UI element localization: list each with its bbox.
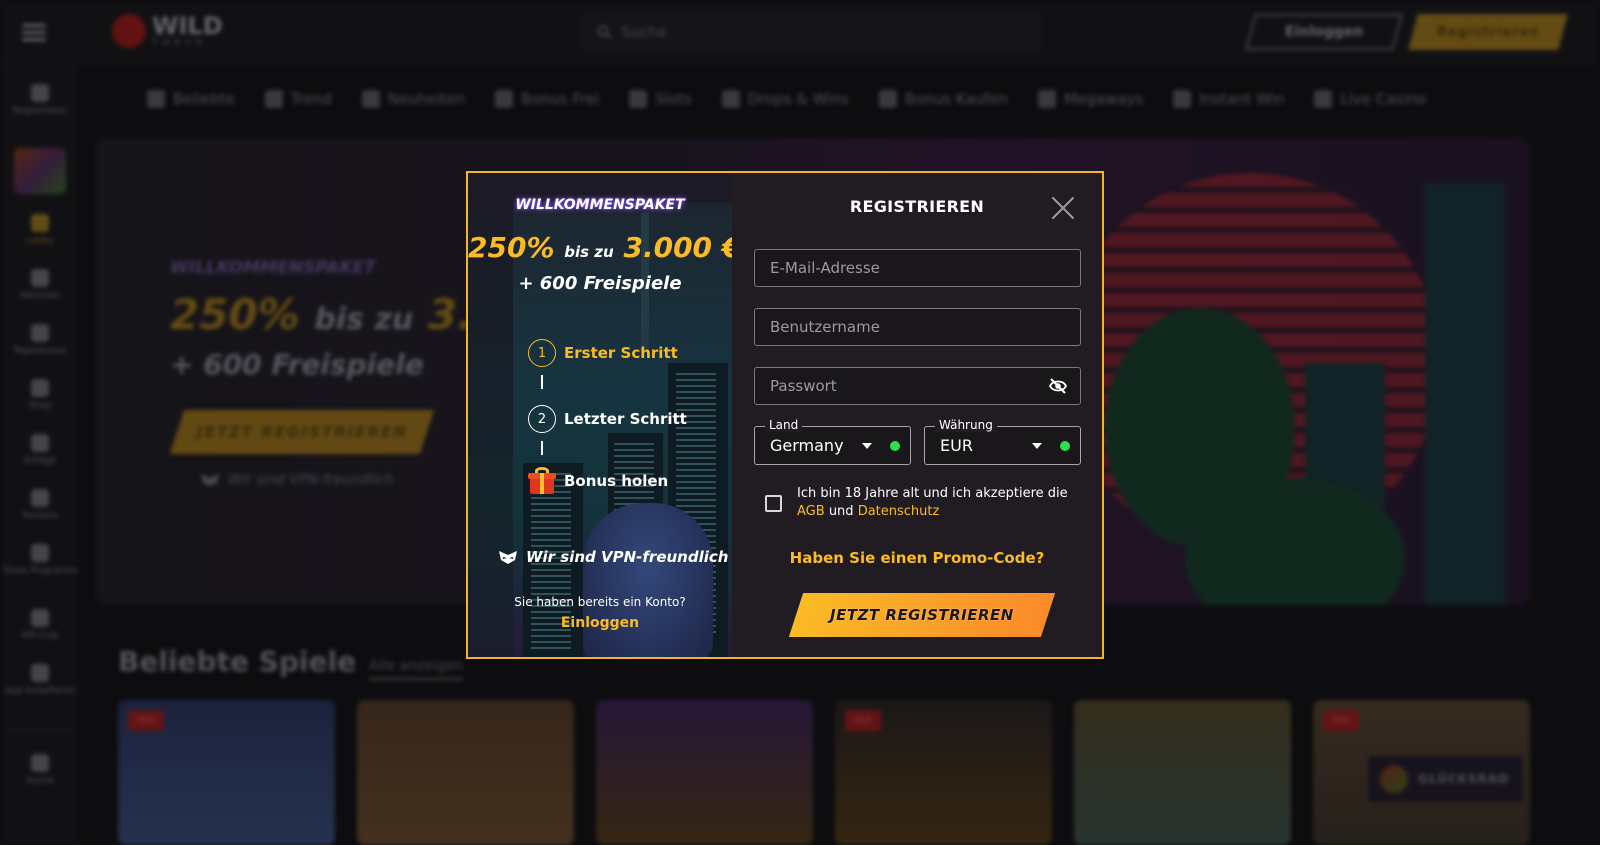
- welcome-spins: + 600 Freispiele: [518, 273, 682, 294]
- terms-checkbox[interactable]: [765, 495, 782, 512]
- welcome-package-title: WILLKOMMENSPAKET: [515, 197, 685, 213]
- have-account-text: Sie haben bereits ein Konto?: [514, 595, 686, 609]
- register-modal: WILLKOMMENSPAKET 250% bis zu 3.000 € + 6…: [466, 171, 1104, 659]
- step-number: 1: [528, 339, 556, 367]
- terms-text: Ich bin 18 Jahre alt und ich akzeptiere …: [797, 485, 1087, 521]
- gift-icon: [528, 467, 556, 495]
- vpn-label: Wir sind VPN-freundlich: [526, 548, 729, 566]
- privacy-link[interactable]: Datenschutz: [858, 504, 940, 519]
- modal-title: REGISTRIEREN: [849, 197, 985, 216]
- terms-and: und: [828, 504, 854, 519]
- step-connector: [541, 375, 543, 389]
- mask-icon: [499, 551, 517, 564]
- chevron-down-icon: [862, 443, 872, 449]
- username-field[interactable]: [754, 308, 1081, 346]
- welcome-percent: 250%: [468, 231, 555, 264]
- chevron-down-icon: [1032, 443, 1042, 449]
- step-label: Bonus holen: [564, 472, 669, 490]
- step-label: Erster Schritt: [564, 344, 678, 362]
- email-field[interactable]: [754, 249, 1081, 287]
- currency-label: Währung: [935, 418, 997, 432]
- page: WILD TOKYO Suche Einloggen Registrieren …: [0, 0, 1600, 845]
- username-input[interactable]: [770, 318, 1040, 336]
- country-label: Land: [765, 418, 803, 432]
- step-3: Bonus holen: [528, 467, 668, 495]
- email-input[interactable]: [770, 259, 1040, 277]
- submit-label: JETZT REGISTRIEREN: [830, 606, 1014, 624]
- step-1: 1 Erster Schritt: [528, 339, 678, 367]
- register-form-panel: REGISTRIEREN Land Germany Währung EUR: [732, 173, 1102, 657]
- password-field[interactable]: [754, 367, 1081, 405]
- agb-link[interactable]: AGB: [797, 504, 825, 519]
- status-dot: [1060, 441, 1070, 451]
- login-link[interactable]: Einloggen: [468, 615, 732, 631]
- welcome-connector: bis zu: [564, 243, 614, 261]
- welcome-amount: 3.000 €: [623, 231, 732, 264]
- status-dot: [890, 441, 900, 451]
- step-connector: [541, 441, 543, 455]
- vpn-note: Wir sind VPN-freundlich: [498, 548, 728, 566]
- step-label: Letzter Schritt: [564, 410, 687, 428]
- promo-code-link[interactable]: Haben Sie einen Promo-Code?: [732, 549, 1102, 567]
- country-select[interactable]: Land Germany: [754, 418, 911, 465]
- close-icon[interactable]: [1050, 195, 1076, 221]
- submit-register-button[interactable]: JETZT REGISTRIEREN: [788, 593, 1056, 637]
- currency-value: EUR: [940, 436, 973, 455]
- terms-prefix: Ich bin 18 Jahre alt und ich akzeptiere …: [797, 486, 1068, 501]
- password-input[interactable]: [770, 377, 1040, 395]
- country-value: Germany: [770, 436, 844, 455]
- step-2: 2 Letzter Schritt: [528, 405, 687, 433]
- eye-slash-icon[interactable]: [1048, 377, 1068, 395]
- welcome-package-amount: 250% bis zu 3.000 €: [468, 231, 732, 264]
- step-number: 2: [528, 405, 556, 433]
- welcome-package-panel: WILLKOMMENSPAKET 250% bis zu 3.000 € + 6…: [468, 173, 732, 657]
- currency-select[interactable]: Währung EUR: [924, 418, 1081, 465]
- gorilla-graphic: [583, 503, 713, 657]
